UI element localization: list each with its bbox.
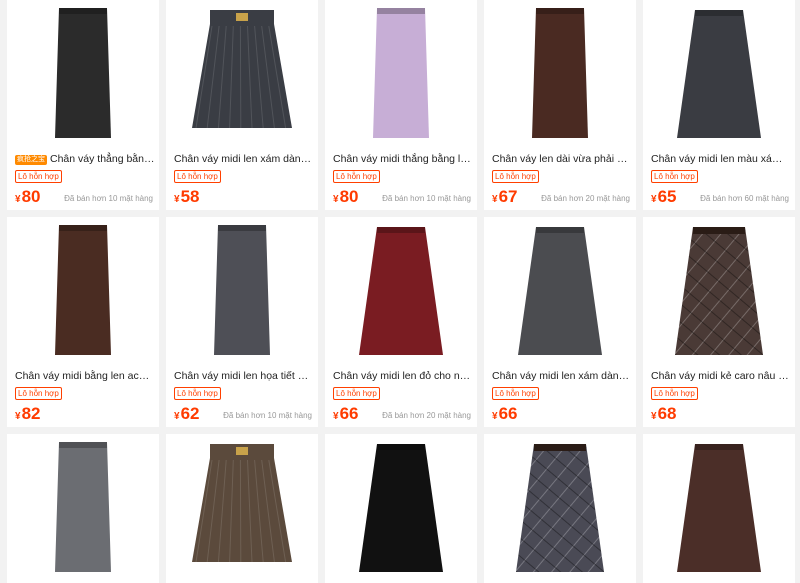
currency-symbol: ¥	[492, 411, 498, 422]
price-value: 68	[657, 404, 677, 423]
product-title[interactable]: Chân váy midi kẻ caro nâu dàn...	[651, 369, 791, 383]
product-title-text: Chân váy midi len đỏ cho nữ, k...	[333, 370, 473, 382]
sold-count: Đã bán hơn 10 mặt hàng	[223, 411, 312, 420]
product-card[interactable]	[166, 434, 318, 583]
currency-symbol: ¥	[492, 194, 498, 205]
product-image[interactable]	[325, 217, 477, 367]
product-image[interactable]	[7, 434, 159, 583]
mixed-lot-tag: Lô hỗn hợp	[15, 387, 62, 400]
product-card[interactable]: Chân váy len dài vừa phải màu... Lô hỗn h…	[484, 0, 636, 210]
product-price: ¥58	[174, 187, 199, 210]
product-price: ¥82	[15, 404, 40, 427]
price-value: 82	[21, 404, 41, 423]
mixed-lot-tag: Lô hỗn hợp	[174, 170, 221, 183]
product-card[interactable]: Chân váy midi kẻ caro nâu dàn... Lô hỗn h…	[643, 217, 795, 427]
currency-symbol: ¥	[651, 194, 657, 205]
sold-count: Đã bán hơn 20 mặt hàng	[382, 411, 471, 420]
price-value: 62	[180, 404, 200, 423]
product-image[interactable]	[166, 0, 318, 150]
product-card[interactable]: Chân váy midi len họa tiết da b... Lô hỗn…	[166, 217, 318, 427]
price-value: 65	[657, 187, 677, 206]
product-card[interactable]: Chân váy midi bằng len acetat... Lô hỗn h…	[7, 217, 159, 427]
mixed-lot-tag: Lô hỗn hợp	[492, 170, 539, 183]
mixed-lot-tag: Lô hỗn hợp	[333, 387, 380, 400]
product-price: ¥68	[651, 404, 676, 427]
mixed-lot-tag: Lô hỗn hợp	[651, 387, 698, 400]
product-card[interactable]	[325, 434, 477, 583]
product-price: ¥62	[174, 404, 199, 427]
price-value: 80	[339, 187, 359, 206]
product-title[interactable]: Chân váy midi bằng len acetat...	[15, 369, 155, 383]
mixed-lot-tag: Lô hỗn hợp	[492, 387, 539, 400]
product-title[interactable]: Chân váy midi thắng bằng len ...	[333, 152, 473, 166]
product-image[interactable]	[484, 217, 636, 367]
product-title-text: Chân váy midi len xám dành c...	[492, 370, 632, 382]
product-image[interactable]	[166, 217, 318, 367]
product-title[interactable]: Chân váy midi len đỏ cho nữ, k...	[333, 369, 473, 383]
product-title-text: Chân váy midi len họa tiết da b...	[174, 370, 314, 382]
product-title-text: Chân váy midi kẻ caro nâu dàn...	[651, 370, 791, 382]
product-card[interactable]	[484, 434, 636, 583]
product-image[interactable]	[484, 434, 636, 583]
price-value: 58	[180, 187, 200, 206]
product-title-text: Chân váy len dài vừa phải màu...	[492, 153, 632, 165]
product-title[interactable]: Chân váy midi len họa tiết da b...	[174, 369, 314, 383]
mixed-lot-tag: Lô hỗn hợp	[174, 387, 221, 400]
price-value: 66	[498, 404, 518, 423]
product-title[interactable]: Chân váy midi len xám dành c...	[174, 152, 314, 166]
price-value: 80	[21, 187, 41, 206]
product-title-text: Chân váy thẳng bằng ...	[50, 153, 155, 165]
product-title[interactable]: Chân váy midi len màu xám, ki...	[651, 152, 791, 166]
product-image[interactable]	[484, 0, 636, 150]
currency-symbol: ¥	[651, 411, 657, 422]
product-price: ¥66	[492, 404, 517, 427]
currency-symbol: ¥	[15, 411, 21, 422]
currency-symbol: ¥	[15, 194, 21, 205]
product-title-text: Chân váy midi bằng len acetat...	[15, 370, 155, 382]
product-image[interactable]	[7, 0, 159, 150]
price-value: 67	[498, 187, 518, 206]
currency-symbol: ¥	[333, 194, 339, 205]
product-card[interactable]: Chân váy midi thắng bằng len ... Lô hỗn h…	[325, 0, 477, 210]
product-price: ¥80	[15, 187, 40, 210]
product-image[interactable]	[643, 217, 795, 367]
product-image[interactable]	[166, 434, 318, 583]
product-title-text: Chân váy midi len màu xám, ki...	[651, 153, 791, 165]
mixed-lot-tag: Lô hỗn hợp	[333, 170, 380, 183]
product-price: ¥80	[333, 187, 358, 210]
currency-symbol: ¥	[174, 194, 180, 205]
product-card[interactable]: Chân váy midi len xám dành c... Lô hỗn hợ…	[484, 217, 636, 427]
sold-count: Đã bán hơn 10 mặt hàng	[64, 194, 153, 203]
product-image[interactable]	[643, 0, 795, 150]
product-price: ¥67	[492, 187, 517, 210]
product-card[interactable]	[643, 434, 795, 583]
product-card[interactable]: Chân váy midi len màu xám, ki... Lô hỗn h…	[643, 0, 795, 210]
price-value: 66	[339, 404, 359, 423]
currency-symbol: ¥	[174, 411, 180, 422]
product-image[interactable]	[325, 434, 477, 583]
product-card[interactable]	[7, 434, 159, 583]
product-card[interactable]: Chân váy midi len đỏ cho nữ, k... Lô hỗn …	[325, 217, 477, 427]
product-image[interactable]	[325, 0, 477, 150]
mixed-lot-tag: Lô hỗn hợp	[651, 170, 698, 183]
product-grid: 疯抢之宝 Chân váy thẳng bằng ... Lô hỗn hợp ¥80…	[0, 0, 800, 583]
sold-count: Đã bán hơn 60 mặt hàng	[700, 194, 789, 203]
product-title[interactable]: Chân váy len dài vừa phải màu...	[492, 152, 632, 166]
sold-count: Đã bán hơn 20 mặt hàng	[541, 194, 630, 203]
product-card[interactable]: Chân váy midi len xám dành c... Lô hỗn hợ…	[166, 0, 318, 210]
product-title[interactable]: 疯抢之宝 Chân váy thẳng bằng ...	[15, 152, 155, 166]
product-price: ¥66	[333, 404, 358, 427]
sold-count: Đã bán hơn 10 mặt hàng	[382, 194, 471, 203]
promo-badge: 疯抢之宝	[15, 155, 47, 165]
product-card[interactable]: 疯抢之宝 Chân váy thẳng bằng ... Lô hỗn hợp ¥80…	[7, 0, 159, 210]
product-title-text: Chân váy midi len xám dành c...	[174, 153, 314, 165]
currency-symbol: ¥	[333, 411, 339, 422]
mixed-lot-tag: Lô hỗn hợp	[15, 170, 62, 183]
product-title[interactable]: Chân váy midi len xám dành c...	[492, 369, 632, 383]
product-title-text: Chân váy midi thắng bằng len ...	[333, 153, 473, 165]
product-image[interactable]	[643, 434, 795, 583]
product-image[interactable]	[7, 217, 159, 367]
product-price: ¥65	[651, 187, 676, 210]
